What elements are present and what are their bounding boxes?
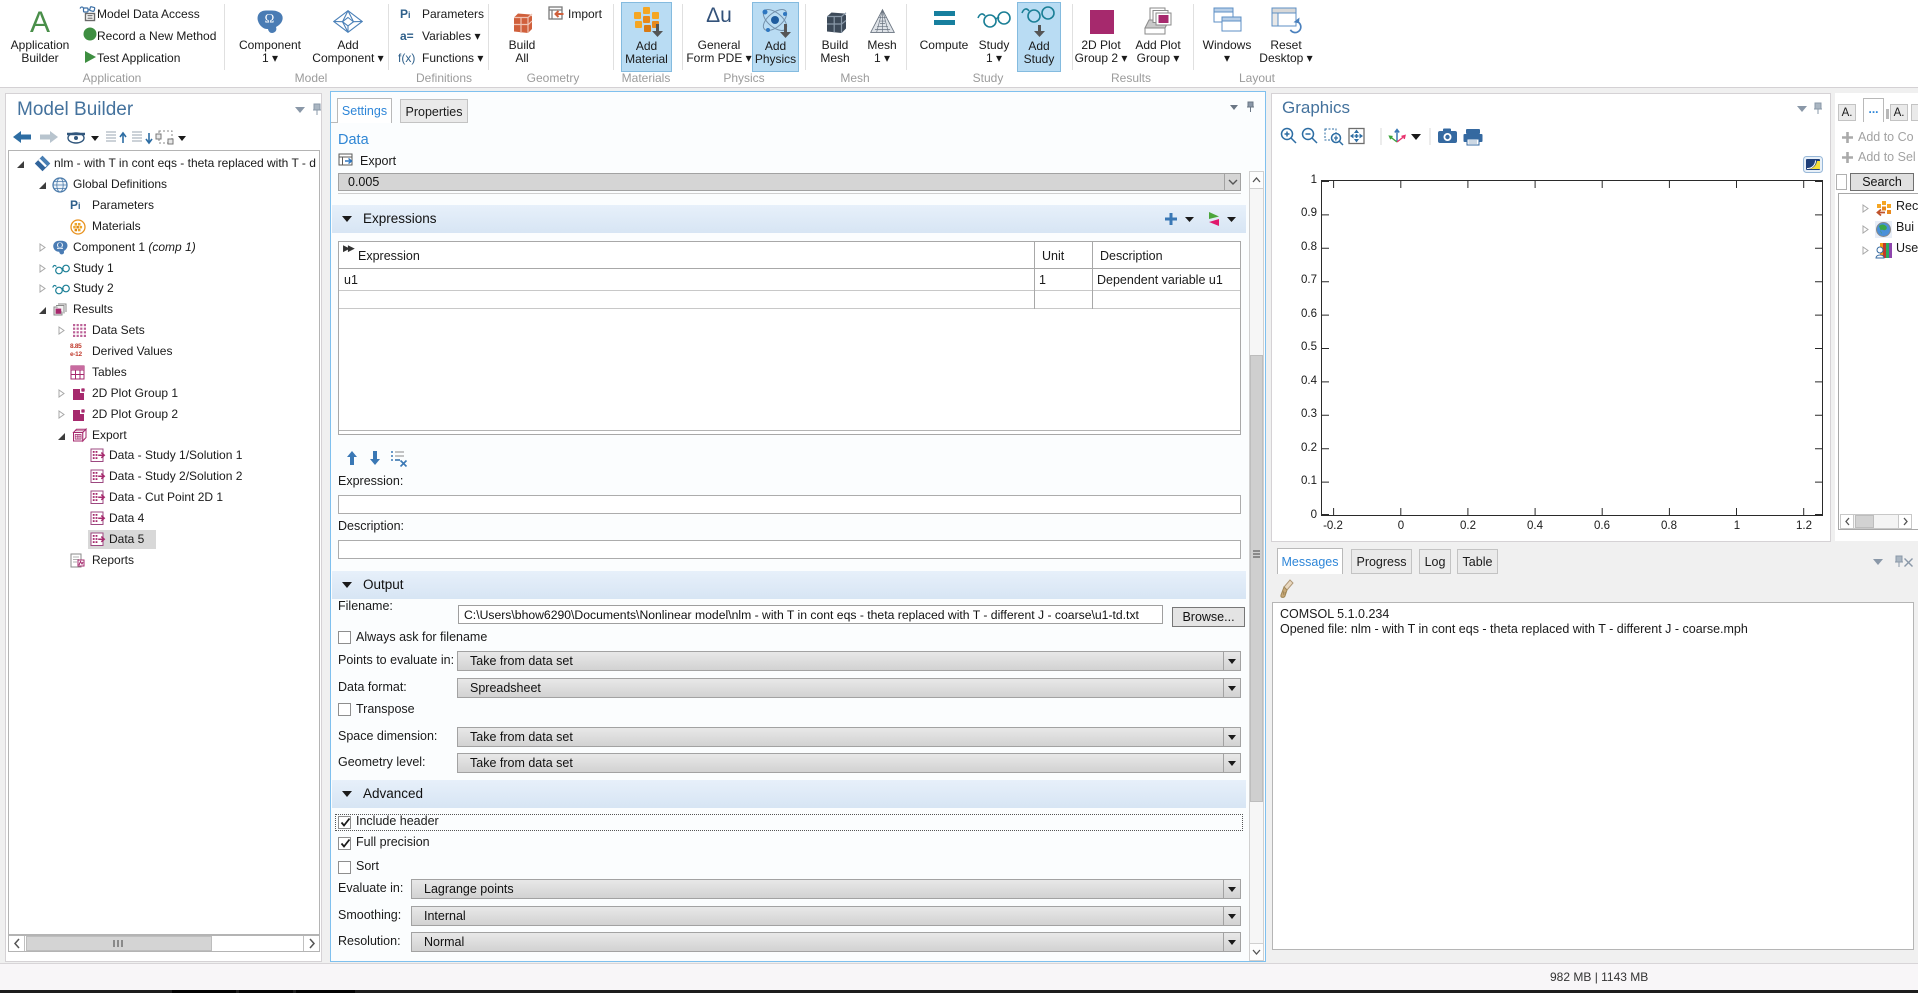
svg-text:A: A (30, 6, 50, 37)
svg-text:Ω: Ω (57, 241, 64, 251)
svg-text:Ω: Ω (265, 11, 275, 26)
